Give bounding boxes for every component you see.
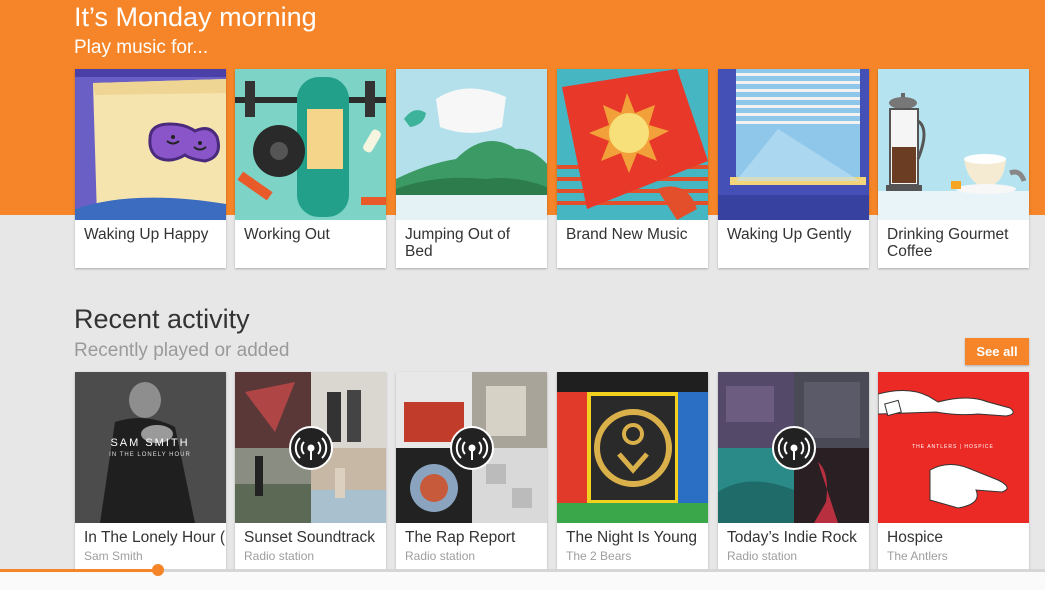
- radio-card-sunset-soundtrack[interactable]: Sunset Soundtrack Radio station: [235, 372, 386, 572]
- album-art: THE ANTLERS | HOSPICE: [878, 372, 1029, 523]
- radio-card-todays-indie-rock[interactable]: Today’s Indie Rock Radio station: [718, 372, 869, 572]
- mood-card-label: Jumping Out of Bed: [405, 226, 511, 260]
- recent-activity-subtitle: Recently played or added: [74, 340, 290, 361]
- album-art-collage: [718, 372, 869, 523]
- station-type: Radio station: [244, 549, 315, 563]
- playback-progress-handle[interactable]: [151, 564, 164, 576]
- mood-card-waking-up-happy[interactable]: Waking Up Happy: [75, 69, 226, 268]
- album-card-in-the-lonely-hour[interactable]: SAM SMITH IN THE LONELY HOUR In The Lone…: [75, 372, 226, 572]
- mood-card-label: Brand New Music: [566, 226, 688, 243]
- window-blinds-illustration: [718, 69, 869, 220]
- album-title: Hospice: [887, 529, 943, 546]
- see-all-button[interactable]: See all: [965, 338, 1029, 365]
- album-art-title: THE ANTLERS | HOSPICE: [912, 444, 994, 450]
- album-art-collage: [235, 372, 386, 523]
- playback-progress-fill: [0, 569, 158, 572]
- album-art: SAM SMITH IN THE LONELY HOUR: [75, 372, 226, 523]
- mood-card-label: Waking Up Happy: [84, 226, 209, 243]
- station-title: Sunset Soundtrack: [244, 529, 375, 546]
- starburst-illustration: [557, 69, 708, 220]
- coffee-press-illustration: [878, 69, 1029, 220]
- mood-card-label: Working Out: [244, 226, 330, 243]
- album-artist: Sam Smith: [84, 549, 143, 563]
- album-art-subtitle: IN THE LONELY HOUR: [109, 452, 191, 458]
- station-type: Radio station: [405, 549, 476, 563]
- radio-station-icon: [289, 426, 333, 470]
- album-title: The Night Is Young: [566, 529, 697, 546]
- mood-card-working-out[interactable]: Working Out: [235, 69, 386, 268]
- recent-activity-title: Recent activity: [74, 304, 250, 334]
- workout-illustration: [235, 69, 386, 220]
- album-artist: The 2 Bears: [566, 549, 632, 563]
- mood-card-brand-new-music[interactable]: Brand New Music: [557, 69, 708, 268]
- album-art-title: SAM SMITH: [110, 437, 189, 449]
- hills-illustration: [396, 69, 547, 220]
- mood-card-label: Waking Up Gently: [727, 226, 852, 243]
- mood-card-drinking-gourmet-coffee[interactable]: Drinking Gourmet Coffee: [878, 69, 1029, 268]
- station-title: The Rap Report: [405, 529, 516, 546]
- page-subtitle: Play music for...: [74, 37, 209, 58]
- album-artist: The Antlers: [887, 549, 948, 563]
- sleep-mask-illustration: [75, 69, 226, 220]
- mood-card-waking-up-gently[interactable]: Waking Up Gently: [718, 69, 869, 268]
- station-title: Today’s Indie Rock: [727, 529, 857, 546]
- radio-station-icon: [772, 426, 816, 470]
- radio-card-the-rap-report[interactable]: The Rap Report Radio station: [396, 372, 547, 572]
- radio-station-icon: [450, 426, 494, 470]
- album-art-collage: [396, 372, 547, 523]
- page-title: It’s Monday morning: [74, 2, 317, 32]
- album-card-the-night-is-young[interactable]: The Night Is Young The 2 Bears: [557, 372, 708, 572]
- mood-card-jumping-out-of-bed[interactable]: Jumping Out of Bed: [396, 69, 547, 268]
- station-type: Radio station: [727, 549, 798, 563]
- mood-card-label: Drinking Gourmet Coffee: [887, 226, 1009, 260]
- album-art: [557, 372, 708, 523]
- album-card-hospice[interactable]: THE ANTLERS | HOSPICE Hospice The Antler…: [878, 372, 1029, 572]
- album-title: In The Lonely Hour (: [84, 529, 226, 546]
